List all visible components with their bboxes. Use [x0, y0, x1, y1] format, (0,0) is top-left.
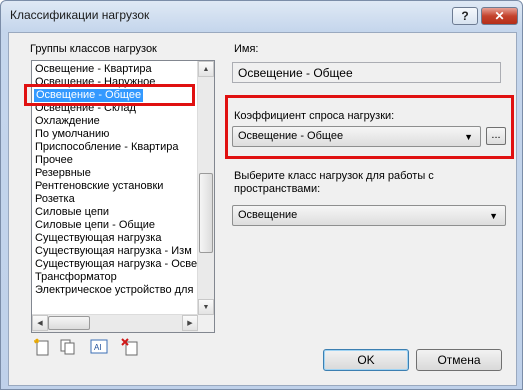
window-title: Классификации нагрузок [10, 8, 150, 22]
groups-label: Группы классов нагрузок [30, 43, 157, 55]
ok-button[interactable]: OK [323, 349, 409, 371]
space-class-label-line2: пространствами: [234, 183, 321, 195]
list-item[interactable]: Прочее [35, 154, 73, 167]
help-button[interactable]: ? [452, 7, 478, 25]
vertical-scroll-thumb[interactable] [199, 173, 213, 253]
list-item[interactable]: Электрическое устройство для [35, 284, 193, 297]
name-label: Имя: [234, 43, 259, 55]
scroll-left-icon[interactable]: ◀ [32, 315, 48, 331]
list-item[interactable]: Охлаждение [35, 115, 100, 128]
list-item[interactable]: Освещение - Квартира [35, 63, 152, 76]
list-item[interactable]: Трансформатор [35, 271, 117, 284]
duplicate-icon[interactable] [59, 338, 77, 356]
list-item[interactable]: Силовые цепи [35, 206, 109, 219]
demand-factor-dropdown[interactable]: Освещение - Общее ▼ [232, 126, 481, 147]
chevron-down-icon: ▼ [464, 132, 473, 142]
cancel-button[interactable]: Отмена [416, 349, 502, 371]
list-item[interactable]: Розетка [35, 193, 75, 206]
list-item[interactable]: Существующая нагрузка - Осве [35, 258, 197, 271]
delete-icon[interactable] [121, 338, 139, 356]
horizontal-scrollbar[interactable]: ◀ ▶ [32, 314, 198, 332]
demand-factor-value: Освещение - Общее [238, 130, 344, 142]
space-class-label-line1: Выберите класс нагрузок для работы с [234, 170, 434, 182]
list-item[interactable]: Существующая нагрузка [35, 232, 161, 245]
list-item[interactable]: Силовые цепи - Общие [35, 219, 155, 232]
name-field[interactable]: Освещение - Общее [232, 62, 501, 83]
vertical-scrollbar[interactable]: ▲ ▼ [197, 61, 214, 315]
svg-text:AI: AI [94, 343, 102, 352]
space-class-dropdown[interactable]: Освещение ▼ [232, 205, 506, 226]
list-item[interactable]: Существующая нагрузка - Изм [35, 245, 192, 258]
rename-icon[interactable]: AI [90, 338, 108, 356]
list-item[interactable]: Резервные [35, 167, 91, 180]
dialog-client-area: Группы классов нагрузок Освещение - Квар… [8, 32, 517, 386]
close-button[interactable]: ✕ [481, 7, 518, 25]
new-icon[interactable] [33, 338, 51, 356]
browse-button[interactable]: ... [486, 127, 506, 145]
demand-factor-label: Коэффициент спроса нагрузки: [234, 110, 395, 122]
scroll-down-icon[interactable]: ▼ [198, 299, 214, 315]
scroll-up-icon[interactable]: ▲ [198, 61, 214, 77]
scroll-right-icon[interactable]: ▶ [182, 315, 198, 331]
chevron-down-icon: ▼ [489, 211, 498, 221]
space-class-value: Освещение [238, 209, 298, 221]
horizontal-scroll-thumb[interactable] [48, 316, 90, 330]
title-bar[interactable]: Классификации нагрузок ? ✕ [1, 1, 522, 31]
scrollbar-corner [198, 315, 214, 332]
list-item[interactable]: По умолчанию [35, 128, 109, 141]
highlight-frame-list [24, 84, 195, 106]
dialog-window: Классификации нагрузок ? ✕ Группы классо… [0, 0, 523, 390]
list-item[interactable]: Рентгеновские установки [35, 180, 163, 193]
list-item[interactable]: Приспособление - Квартира [35, 141, 178, 154]
